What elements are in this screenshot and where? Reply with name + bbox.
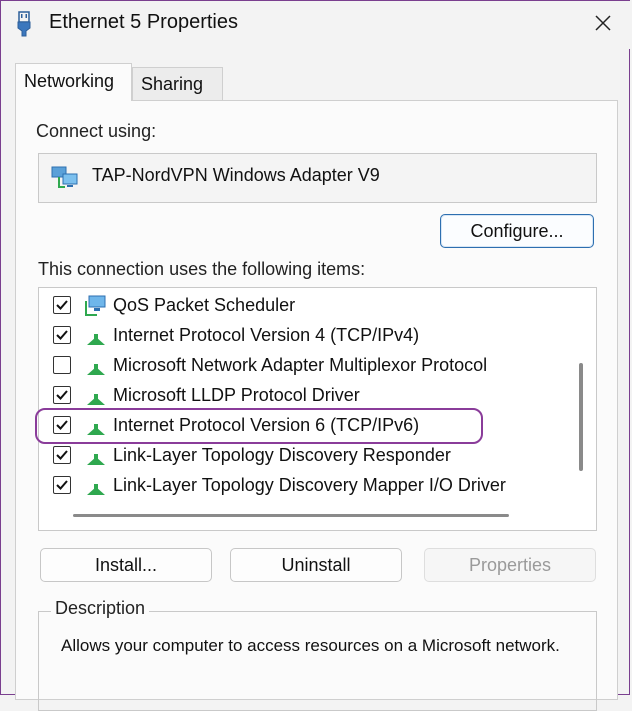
uninstall-button[interactable]: Uninstall [230,548,402,582]
checkmark-icon [56,450,68,460]
protocol-icon [83,385,109,407]
item-checkbox[interactable] [53,326,71,344]
checkmark-icon [56,330,68,340]
items-section-label: This connection uses the following items… [38,259,366,279]
network-adapter-icon [51,165,81,196]
ethernet-connector-icon [16,11,32,37]
list-item-lltd-responder[interactable]: Link-Layer Topology Discovery Responder [39,441,569,471]
checkmark-icon [56,300,68,310]
item-checkbox[interactable] [53,296,71,314]
list-item-lltd-mapper[interactable]: Link-Layer Topology Discovery Mapper I/O… [39,471,569,501]
horizontal-scrollbar[interactable] [73,514,509,517]
properties-button: Properties [424,548,596,582]
protocol-icon [83,325,109,347]
configure-button[interactable]: Configure... [440,214,594,248]
item-label: Internet Protocol Version 4 (TCP/IPv4) [113,325,420,345]
item-checkbox[interactable] [53,356,71,374]
list-item-lldp[interactable]: Microsoft LLDP Protocol Driver [39,381,569,411]
item-label: Link-Layer Topology Discovery Mapper I/O… [113,475,506,495]
description-text: Allows your computer to access resources… [61,636,560,655]
tab-networking[interactable]: Networking [15,63,132,101]
list-item-ipv4[interactable]: Internet Protocol Version 4 (TCP/IPv4) [39,321,569,351]
window-title: Ethernet 5 Properties [49,11,238,33]
title-bar: Ethernet 5 Properties [1,1,631,49]
adapter-name: TAP-NordVPN Windows Adapter V9 [92,165,380,185]
description-legend: Description [51,598,150,619]
item-checkbox[interactable] [53,476,71,494]
adapter-field: TAP-NordVPN Windows Adapter V9 [38,153,597,203]
item-checkbox[interactable] [53,386,71,404]
list-item-multiplexor[interactable]: Microsoft Network Adapter Multiplexor Pr… [39,351,569,381]
protocol-icon [83,445,109,467]
checkmark-icon [56,480,68,490]
list-item-qos[interactable]: QoS Packet Scheduler [39,291,569,321]
protocol-icon [83,475,109,497]
install-button[interactable]: Install... [40,548,212,582]
close-icon [595,15,611,31]
protocol-icon [83,355,109,377]
vertical-scrollbar[interactable] [579,363,583,471]
item-label: Microsoft LLDP Protocol Driver [113,385,360,405]
item-checkbox[interactable] [53,446,71,464]
network-computer-icon [83,295,109,317]
item-label: Link-Layer Topology Discovery Responder [113,445,451,465]
checkmark-icon [56,390,68,400]
ipv6-highlight-ring [35,408,483,444]
description-group: Description Allows your computer to acce… [38,598,597,711]
tab-sharing[interactable]: Sharing [132,67,223,101]
properties-window: Ethernet 5 Properties Networking Sharing… [0,0,631,711]
close-button[interactable] [583,5,623,43]
connect-using-label: Connect using: [36,121,157,141]
item-label: QoS Packet Scheduler [113,295,296,315]
networking-panel: Connect using: TAP-NordVPN Windows Adapt… [15,100,618,711]
item-label: Microsoft Network Adapter Multiplexor Pr… [113,355,488,375]
